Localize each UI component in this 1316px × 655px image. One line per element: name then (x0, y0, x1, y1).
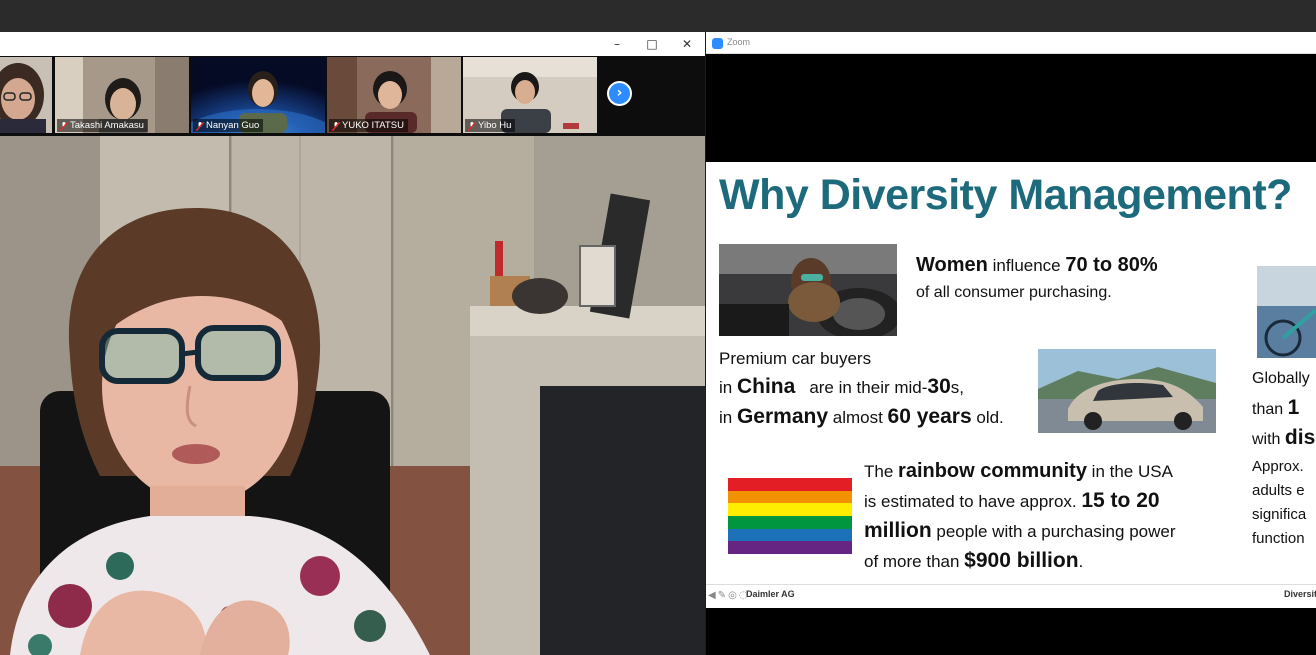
global-line-4: Approx. (1252, 458, 1304, 475)
active-speaker-video (0, 136, 705, 655)
window-titlebar: Zoom (706, 32, 1316, 54)
rainbow-line-2: is estimated to have approx. 15 to 20 (864, 489, 1160, 512)
participant-tile[interactable]: Takashi Amakasu (55, 57, 189, 133)
women-line-2: of all consumer purchasing. (916, 284, 1112, 301)
close-button[interactable]: ✕ (670, 32, 704, 56)
participant-tile[interactable]: Yibo Hu (463, 57, 597, 133)
footer-company: Daimler AG (746, 589, 795, 599)
mic-muted-icon (468, 122, 476, 131)
mic-muted-icon (60, 122, 68, 131)
shared-slide: Why Diversity Management? Women influenc… (706, 162, 1316, 608)
participant-video (0, 57, 52, 133)
participant-tile[interactable]: YUKO ITATSU (327, 57, 461, 133)
next-page-button[interactable]: › (607, 81, 632, 106)
global-line-3: with dis (1252, 426, 1316, 449)
slide-footer: ◀✎◎◌ Daimler AG Diversit (706, 584, 1316, 608)
zoom-meeting-window: – □ ✕ Takashi Amakasu Nanyan Guo YUKO IT… (0, 32, 705, 655)
desktop-top-bar (0, 0, 1316, 32)
window-title: Zoom (727, 37, 751, 47)
global-line-6: significa (1252, 506, 1307, 523)
participant-name: YUKO ITATSU (329, 119, 408, 132)
car-line-3: in Germany almost 60 years old. (719, 405, 1004, 428)
slide-title: Why Diversity Management? (719, 171, 1292, 219)
participant-name: Takashi Amakasu (57, 119, 148, 132)
zoom-share-window: Zoom Why Diversity Management? Women inf… (706, 32, 1316, 655)
slide-tools[interactable]: ◀✎◎◌ (708, 590, 750, 601)
global-line-7: function (1252, 530, 1305, 547)
window-titlebar: – □ ✕ (0, 32, 705, 56)
mic-muted-icon (196, 122, 204, 131)
global-line-1: Globally (1252, 370, 1310, 387)
zoom-icon[interactable]: ◎ (728, 590, 739, 601)
maximize-button[interactable]: □ (635, 32, 669, 56)
wheelchair-photo (1257, 266, 1316, 358)
rainbow-line-3: million people with a purchasing power (864, 519, 1176, 542)
zoom-logo-icon (712, 38, 723, 49)
rainbow-line-4: of more than $900 billion. (864, 549, 1084, 572)
rainbow-flag (728, 478, 852, 554)
participant-tile[interactable]: Nanyan Guo (191, 57, 325, 133)
speaker-video-frame (0, 136, 705, 655)
car-line-1: Premium car buyers (719, 349, 872, 368)
participant-strip: Takashi Amakasu Nanyan Guo YUKO ITATSU Y… (0, 56, 705, 136)
pen-icon[interactable]: ✎ (718, 590, 728, 601)
woman-in-car-photo (719, 244, 897, 336)
car-line-2: in China are in their mid-30s, (719, 375, 965, 398)
participant-tile[interactable] (0, 57, 52, 133)
minimize-button[interactable]: – (600, 32, 634, 56)
global-line-5: adults e (1252, 482, 1305, 499)
footer-section: Diversit (1284, 589, 1316, 599)
back-arrow-icon[interactable]: ◀ (708, 590, 718, 601)
rainbow-line-1: The rainbow community in the USA (864, 460, 1173, 482)
mic-muted-icon (332, 122, 340, 131)
global-line-2: than 1 (1252, 396, 1300, 419)
women-line-1: Women influence 70 to 80% (916, 254, 1158, 276)
car-photo (1038, 349, 1216, 433)
